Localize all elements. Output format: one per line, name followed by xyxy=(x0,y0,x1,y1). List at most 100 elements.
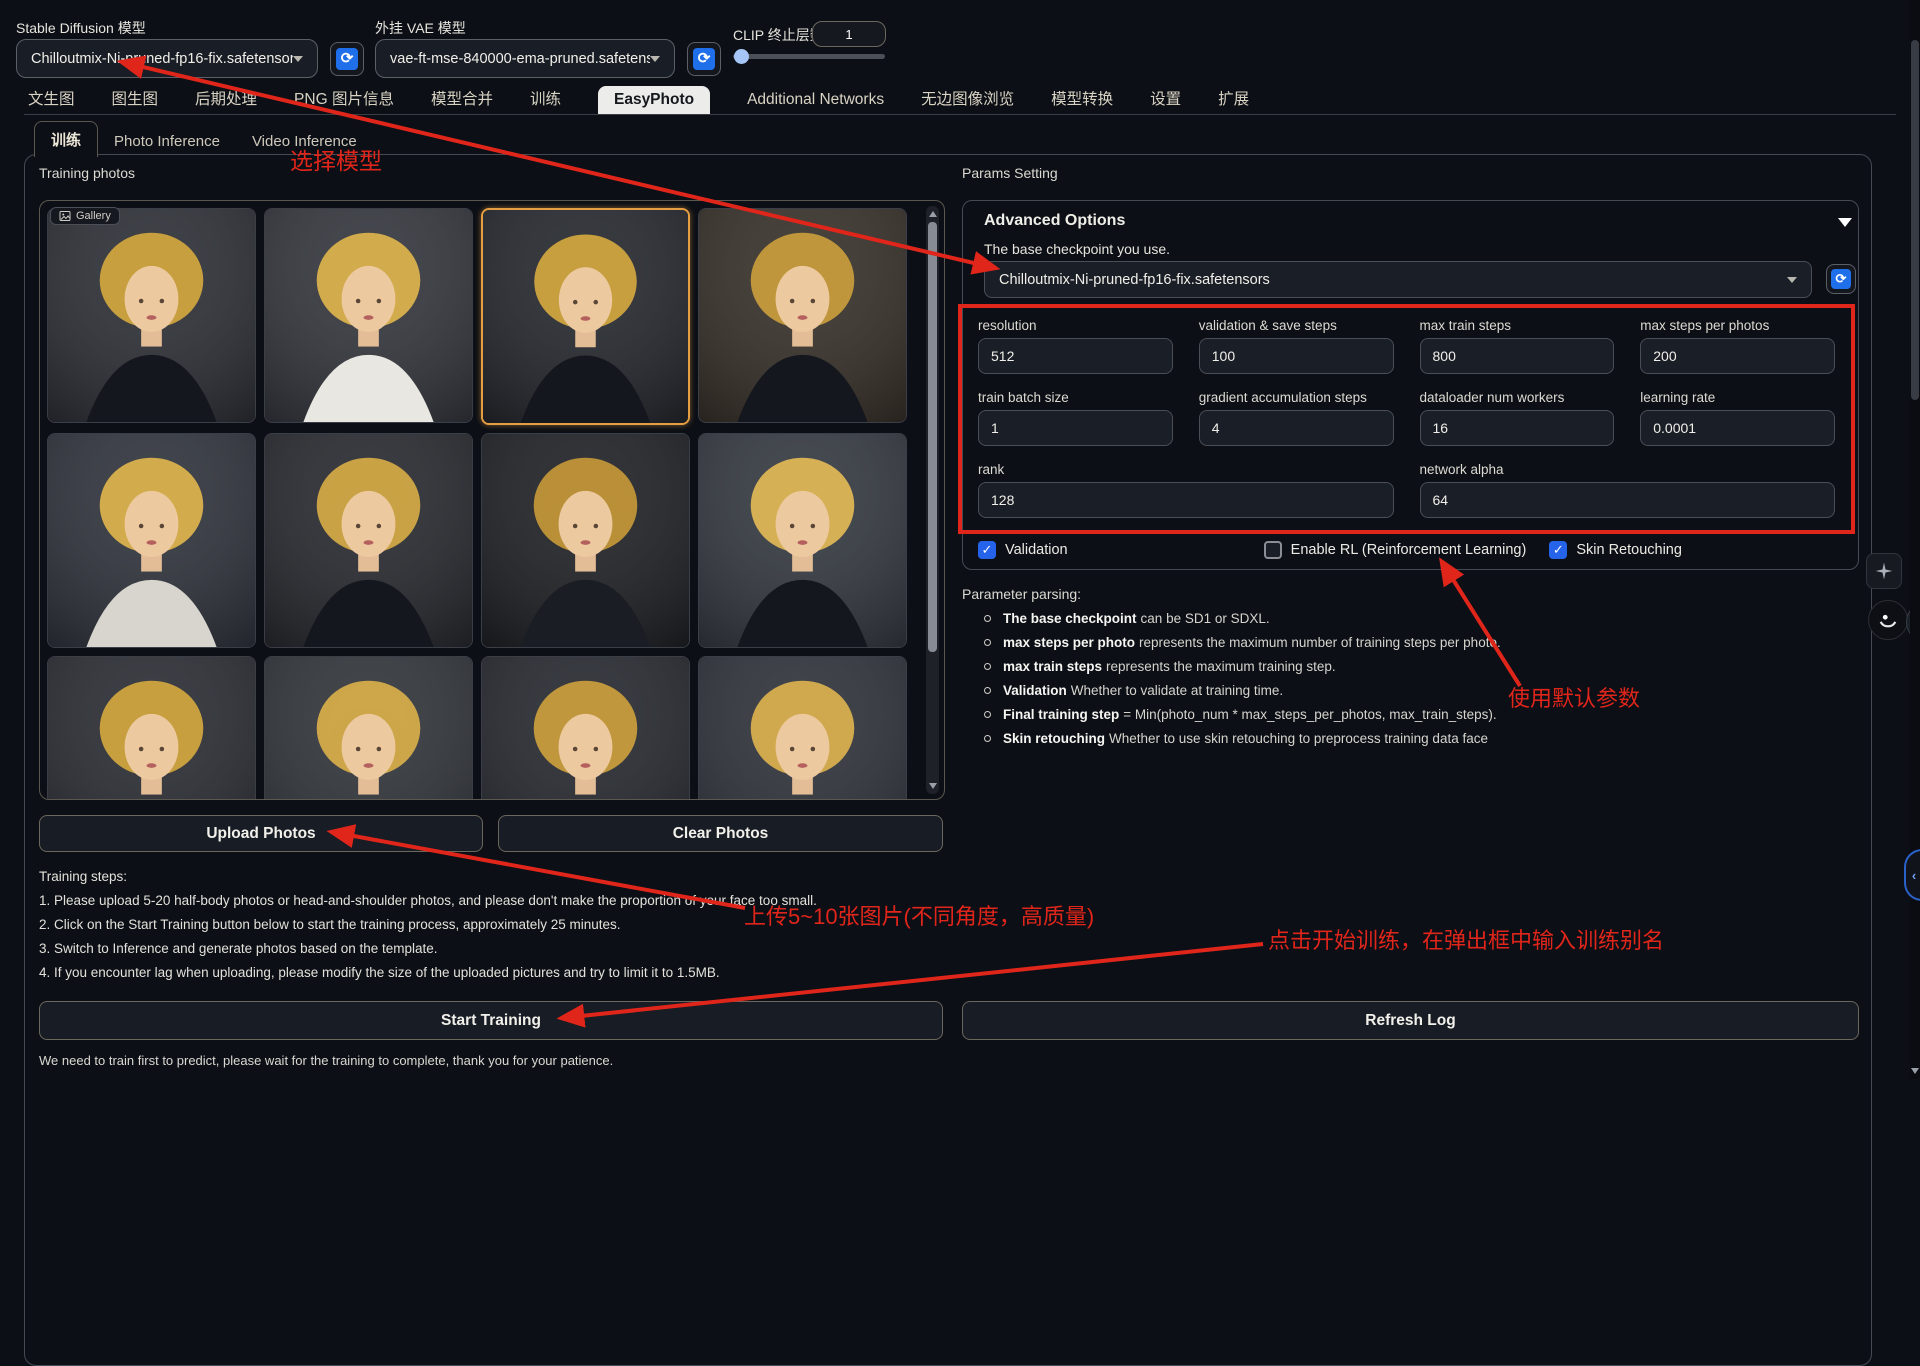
param-label-rank: rank xyxy=(978,462,1394,477)
photo-grid xyxy=(47,208,907,800)
subtab-train[interactable]: 训练 xyxy=(34,121,98,157)
tab-additional-networks[interactable]: Additional Networks xyxy=(747,86,884,114)
clip-skip-slider-handle[interactable] xyxy=(734,49,749,64)
floating-eye-button[interactable] xyxy=(1868,600,1908,640)
gallery-photo[interactable] xyxy=(47,208,256,423)
param-label-validation-save-steps: validation & save steps xyxy=(1199,318,1394,333)
training-step-line: 2. Click on the Start Training button be… xyxy=(39,917,621,932)
param-input-train-batch-size[interactable] xyxy=(978,410,1173,446)
tab-checkpoint-merger[interactable]: 模型合并 xyxy=(431,86,493,114)
param-label-max-steps-per-photos: max steps per photos xyxy=(1640,318,1835,333)
training-photos-gallery: Gallery xyxy=(39,200,945,800)
parsing-item: Skin retouchingWhether to use skin retou… xyxy=(984,726,1501,750)
parsing-item: Final training step= Min(photo_num * max… xyxy=(984,702,1501,726)
tab-png-info[interactable]: PNG 图片信息 xyxy=(294,86,394,114)
tab-img2img[interactable]: 图生图 xyxy=(112,86,159,114)
scroll-down-icon[interactable] xyxy=(1911,1068,1919,1074)
tab-settings[interactable]: 设置 xyxy=(1150,86,1181,114)
params-grid: resolution validation & save steps max tra… xyxy=(978,318,1835,518)
gallery-photo[interactable] xyxy=(47,656,256,800)
clip-skip-slider[interactable] xyxy=(733,54,885,59)
checkbox-validation[interactable]: ✓ Validation xyxy=(978,541,1264,559)
param-input-learning-rate[interactable] xyxy=(1640,410,1835,446)
upload-photos-button[interactable]: Upload Photos xyxy=(39,815,483,852)
checkbox-label: Validation xyxy=(1005,542,1068,558)
tab-train[interactable]: 训练 xyxy=(530,86,561,114)
checkbox-skin-retouching[interactable]: ✓ Skin Retouching xyxy=(1549,541,1835,559)
chevron-down-icon xyxy=(650,56,660,62)
gallery-photo[interactable] xyxy=(698,208,907,423)
param-label-max-train-steps: max train steps xyxy=(1420,318,1615,333)
bullet-icon xyxy=(984,663,991,670)
chevron-down-icon[interactable] xyxy=(1838,218,1852,227)
floating-tool-button[interactable] xyxy=(1866,553,1902,589)
checkbox-enable-rl-reinforcement-learning[interactable]: Enable RL (Reinforcement Learning) xyxy=(1264,541,1550,559)
param-input-gradient-accumulation-steps[interactable] xyxy=(1199,410,1394,446)
chevron-down-icon xyxy=(293,56,303,62)
start-training-button[interactable]: Start Training xyxy=(39,1001,943,1040)
checkbox-unchecked-icon[interactable] xyxy=(1264,541,1282,559)
param-label-train-batch-size: train batch size xyxy=(978,390,1173,405)
sd-model-refresh-button[interactable]: ⟳ xyxy=(330,42,364,76)
checkbox-label: Skin Retouching xyxy=(1576,542,1682,558)
checkpoint-dropdown[interactable]: Chilloutmix-Ni-pruned-fp16-fix.safetenso… xyxy=(984,261,1812,298)
gallery-photo-selected[interactable] xyxy=(481,208,690,425)
bullet-icon xyxy=(984,639,991,646)
tab-txt2img[interactable]: 文生图 xyxy=(28,86,75,114)
param-input-network-alpha[interactable] xyxy=(1420,482,1836,518)
sd-model-dropdown[interactable]: Chilloutmix-Ni-pruned-fp16-fix.safetenso… xyxy=(16,39,318,78)
gallery-photo[interactable] xyxy=(481,656,690,800)
clear-photos-button[interactable]: Clear Photos xyxy=(498,815,943,852)
refresh-log-button[interactable]: Refresh Log xyxy=(962,1001,1859,1040)
drawer-toggle[interactable]: ‹ xyxy=(1904,849,1920,901)
vae-refresh-button[interactable]: ⟳ xyxy=(687,42,721,76)
clip-skip-input[interactable] xyxy=(812,21,886,47)
gallery-photo[interactable] xyxy=(698,656,907,800)
tab-extensions[interactable]: 扩展 xyxy=(1218,86,1249,114)
portrait-photo xyxy=(482,657,689,800)
gallery-photo[interactable] xyxy=(264,433,473,648)
gallery-photo[interactable] xyxy=(264,656,473,800)
gallery-scrollbar-thumb[interactable] xyxy=(928,222,937,652)
param-input-validation-save-steps[interactable] xyxy=(1199,338,1394,374)
scroll-down-icon[interactable] xyxy=(929,783,937,789)
tab-easyphoto[interactable]: EasyPhoto xyxy=(598,86,710,114)
parsing-item: The base checkpointcan be SD1 or SDXL. xyxy=(984,606,1501,630)
chevron-down-icon xyxy=(1787,277,1797,283)
portrait-photo xyxy=(265,657,472,800)
page-scrollbar-thumb[interactable] xyxy=(1911,40,1919,400)
gallery-photo[interactable] xyxy=(47,433,256,648)
chevron-left-icon: ‹ xyxy=(1912,868,1916,883)
refresh-icon: ⟳ xyxy=(1831,269,1851,289)
page-scrollbar[interactable] xyxy=(1910,0,1920,1079)
param-input-max-train-steps[interactable] xyxy=(1420,338,1615,374)
params-setting-label: Params Setting xyxy=(962,165,1058,181)
param-label-resolution: resolution xyxy=(978,318,1173,333)
gallery-photo[interactable] xyxy=(698,433,907,648)
gallery-scrollbar[interactable] xyxy=(926,206,939,794)
checkbox-checked-icon[interactable]: ✓ xyxy=(978,541,996,559)
subtab-photo-inference[interactable]: Photo Inference xyxy=(98,126,236,157)
vae-model-label: 外挂 VAE 模型 xyxy=(375,18,466,38)
portrait-photo xyxy=(483,210,688,423)
vae-model-dropdown[interactable]: vae-ft-mse-840000-ema-pruned.safetensors xyxy=(375,39,675,78)
gallery-photo[interactable] xyxy=(481,433,690,648)
param-input-resolution[interactable] xyxy=(978,338,1173,374)
scroll-up-icon[interactable] xyxy=(929,211,937,217)
param-input-dataloader-num-workers[interactable] xyxy=(1420,410,1615,446)
checkbox-checked-icon[interactable]: ✓ xyxy=(1549,541,1567,559)
param-input-max-steps-per-photos[interactable] xyxy=(1640,338,1835,374)
param-field-max-steps-per-photos: max steps per photos xyxy=(1640,318,1835,374)
image-icon xyxy=(59,210,71,222)
param-field-validation-save-steps: validation & save steps xyxy=(1199,318,1394,374)
tab-model-converter[interactable]: 模型转换 xyxy=(1051,86,1113,114)
tab-extras[interactable]: 后期处理 xyxy=(195,86,257,114)
checkpoint-refresh-button[interactable]: ⟳ xyxy=(1826,264,1856,294)
gallery-photo[interactable] xyxy=(264,208,473,423)
annotation-select-model: 选择模型 xyxy=(290,142,382,176)
portrait-photo xyxy=(48,657,255,800)
training-step-line: 4. If you encounter lag when uploading, … xyxy=(39,965,720,980)
param-input-rank[interactable] xyxy=(978,482,1394,518)
tab-infinite-image-browsing[interactable]: 无边图像浏览 xyxy=(921,86,1014,114)
advanced-options-header[interactable]: Advanced Options xyxy=(984,212,1125,230)
